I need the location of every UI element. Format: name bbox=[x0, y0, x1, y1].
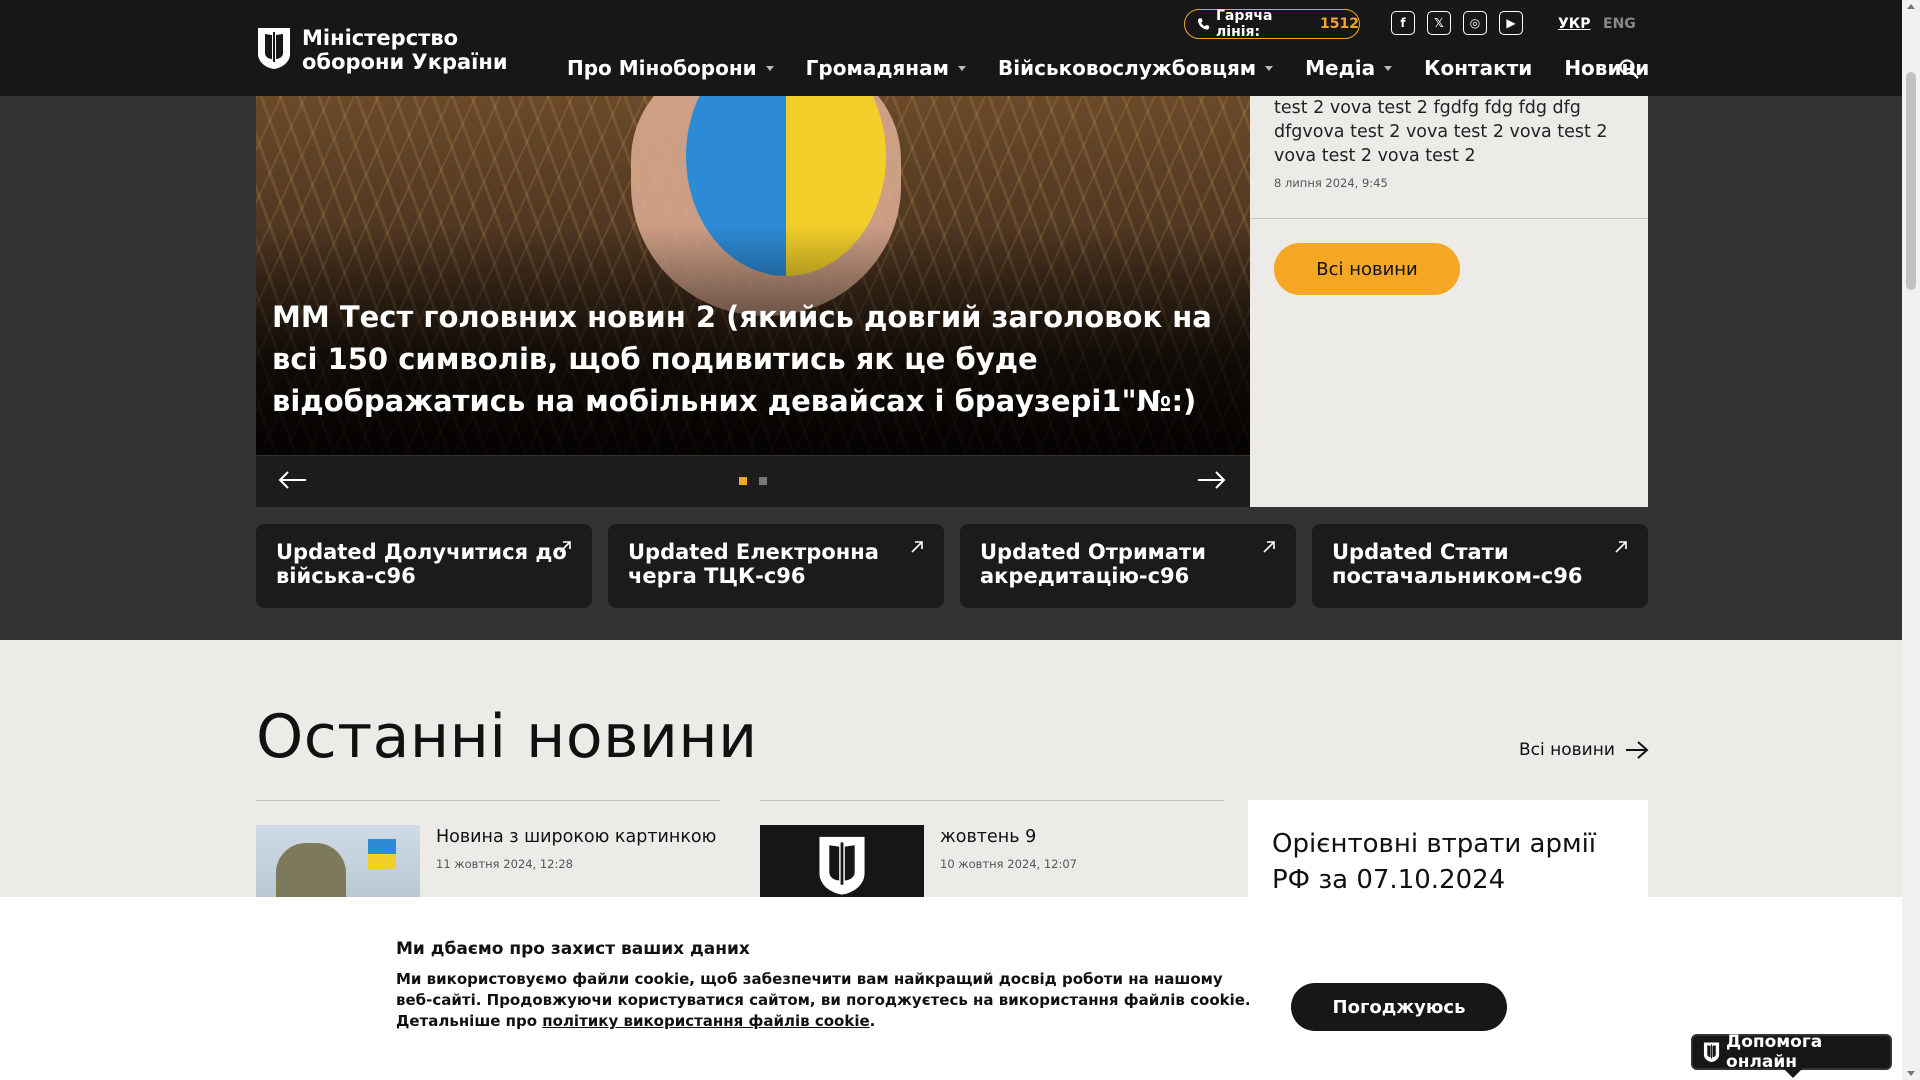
trident-logo-icon bbox=[258, 28, 290, 69]
arrow-left-icon[interactable] bbox=[276, 468, 308, 492]
news-title: Новина з широкою картинкою bbox=[436, 827, 717, 847]
nav-item-label: Військовослужбовцям bbox=[997, 56, 1257, 80]
lang-ukr-link[interactable]: УКР bbox=[1558, 16, 1591, 32]
help-online-label: Допомога онлайн bbox=[1726, 1032, 1823, 1072]
losses-title: Орієнтовні втрати армії РФ за 07.10.2024 bbox=[1272, 829, 1597, 895]
nav-item-media[interactable]: Медіа bbox=[1305, 56, 1393, 80]
news-date: 10 жовтня 2024, 12:07 bbox=[940, 857, 1077, 871]
lang-eng-link[interactable]: ENG bbox=[1603, 16, 1636, 32]
external-link-icon bbox=[559, 541, 571, 553]
ukraine-flag-icon bbox=[368, 839, 396, 869]
nav-item-label: Медіа bbox=[1305, 56, 1376, 80]
section-title: Останні новини bbox=[256, 702, 758, 772]
logo-text: Міністерство оборони України bbox=[302, 26, 508, 74]
chevron-down-icon bbox=[765, 65, 774, 71]
x-twitter-icon[interactable]: 𝕏 bbox=[1427, 11, 1451, 35]
external-link-icon bbox=[1263, 541, 1275, 553]
main-nav: Про Міноборони Громадянам Військовослужб… bbox=[567, 56, 1681, 80]
facebook-icon[interactable]: f bbox=[1391, 11, 1415, 35]
nav-item-servicemen[interactable]: Військовослужбовцям bbox=[997, 56, 1274, 80]
side-news-panel: test 2 vova test 2 fgdfg fdg fdg dfg dfg… bbox=[1250, 96, 1648, 507]
arrow-right-icon[interactable] bbox=[1196, 468, 1228, 492]
quick-link-label: Updated Отримати акредитацію-c96 bbox=[980, 540, 1206, 588]
quick-link-supplier[interactable]: Updated Стати постачальником-c96 bbox=[1312, 524, 1648, 608]
external-link-icon bbox=[911, 541, 923, 553]
news-card[interactable]: Новина з широкою картинкою 11 жовтня 202… bbox=[256, 825, 716, 905]
latest-all-news-link[interactable]: Всі новини bbox=[1519, 740, 1649, 760]
quick-link-label: Updated Долучитися до війська-c96 bbox=[276, 540, 567, 588]
trident-logo-icon bbox=[1703, 1042, 1720, 1062]
slider-dots bbox=[739, 477, 767, 485]
slider-dot[interactable] bbox=[759, 477, 767, 485]
cookie-title: Ми дбаємо про захист ваших даних bbox=[396, 939, 750, 959]
external-link-icon bbox=[1615, 541, 1627, 553]
news-date: 11 жовтня 2024, 12:28 bbox=[436, 857, 573, 871]
quick-link-tck-queue[interactable]: Updated Електронна черга ТЦК-c96 bbox=[608, 524, 944, 608]
quick-link-label: Updated Стати постачальником-c96 bbox=[1332, 540, 1583, 588]
youtube-icon[interactable]: ▶ bbox=[1499, 11, 1523, 35]
cookie-agree-button[interactable]: Погоджуюсь bbox=[1291, 983, 1507, 1031]
cookie-text: Ми використовуємо файли cookie, щоб забе… bbox=[396, 970, 1251, 1030]
quick-link-label: Updated Електронна черга ТЦК-c96 bbox=[628, 540, 879, 588]
latest-all-news-label: Всі новини bbox=[1519, 740, 1615, 760]
slider-controls bbox=[256, 455, 1250, 507]
chevron-down-icon bbox=[957, 65, 966, 71]
cookie-banner: Ми дбаємо про захист ваших даних Ми вико… bbox=[0, 897, 1902, 1080]
search-icon[interactable] bbox=[1618, 58, 1640, 80]
all-news-button[interactable]: Всі новини bbox=[1274, 243, 1460, 295]
site-logo[interactable]: Міністерство оборони України bbox=[256, 26, 508, 74]
news-title: жовтень 9 bbox=[940, 827, 1037, 847]
social-links: f 𝕏 ◎ ▶ bbox=[1391, 11, 1523, 35]
cookie-policy-link[interactable]: політику використання файлів cookie bbox=[542, 1012, 869, 1030]
hotline-number: 1512 bbox=[1320, 16, 1359, 32]
nav-item-label: Про Міноборони bbox=[567, 56, 757, 80]
help-online-button[interactable]: Допомога онлайн bbox=[1691, 1032, 1892, 1072]
side-news-title[interactable]: test 2 vova test 2 fgdfg fdg fdg dfg dfg… bbox=[1274, 96, 1634, 168]
scroll-up-icon[interactable] bbox=[1907, 4, 1915, 9]
divider bbox=[256, 800, 720, 801]
logo-line-2: оборони України bbox=[302, 50, 508, 74]
instagram-icon[interactable]: ◎ bbox=[1463, 11, 1487, 35]
news-thumbnail bbox=[760, 825, 924, 905]
phone-icon bbox=[1197, 18, 1210, 30]
nav-item-label: Контакти bbox=[1424, 56, 1533, 80]
slider-dot-active[interactable] bbox=[739, 477, 747, 485]
news-thumbnail bbox=[256, 825, 420, 905]
arrow-right-icon bbox=[1625, 741, 1649, 759]
side-news-date: 8 липня 2024, 9:45 bbox=[1274, 176, 1388, 190]
hero-slide[interactable]: ММ Тест головних новин 2 (якийсь довгий … bbox=[256, 96, 1250, 455]
news-card[interactable]: жовтень 9 10 жовтня 2024, 12:07 bbox=[760, 825, 1077, 905]
nav-item-citizens[interactable]: Громадянам bbox=[806, 56, 966, 80]
scroll-down-icon[interactable] bbox=[1907, 1071, 1915, 1076]
hotline-label: Гаряча лінія: bbox=[1216, 8, 1273, 40]
divider bbox=[1250, 218, 1648, 219]
hero-title[interactable]: ММ Тест головних новин 2 (якийсь довгий … bbox=[272, 296, 1232, 422]
chevron-down-icon bbox=[1265, 65, 1274, 71]
quick-link-accreditation[interactable]: Updated Отримати акредитацію-c96 bbox=[960, 524, 1296, 608]
hotline-button[interactable]: Гаряча лінія: 1512 bbox=[1184, 8, 1360, 40]
trident-logo-icon bbox=[819, 836, 865, 895]
nav-item-contacts[interactable]: Контакти bbox=[1424, 56, 1532, 80]
logo-line-1: Міністерство bbox=[302, 26, 459, 50]
divider bbox=[760, 800, 1224, 801]
nav-item-about[interactable]: Про Міноборони bbox=[567, 56, 774, 80]
site-header: Міністерство оборони України Гаряча ліні… bbox=[0, 0, 1902, 96]
chevron-down-icon bbox=[1384, 65, 1393, 71]
nav-item-label: Громадянам bbox=[805, 56, 949, 80]
scroll-thumb[interactable] bbox=[1906, 72, 1916, 290]
page-scrollbar[interactable] bbox=[1902, 0, 1920, 1080]
quick-link-join-army[interactable]: Updated Долучитися до війська-c96 bbox=[256, 524, 592, 608]
